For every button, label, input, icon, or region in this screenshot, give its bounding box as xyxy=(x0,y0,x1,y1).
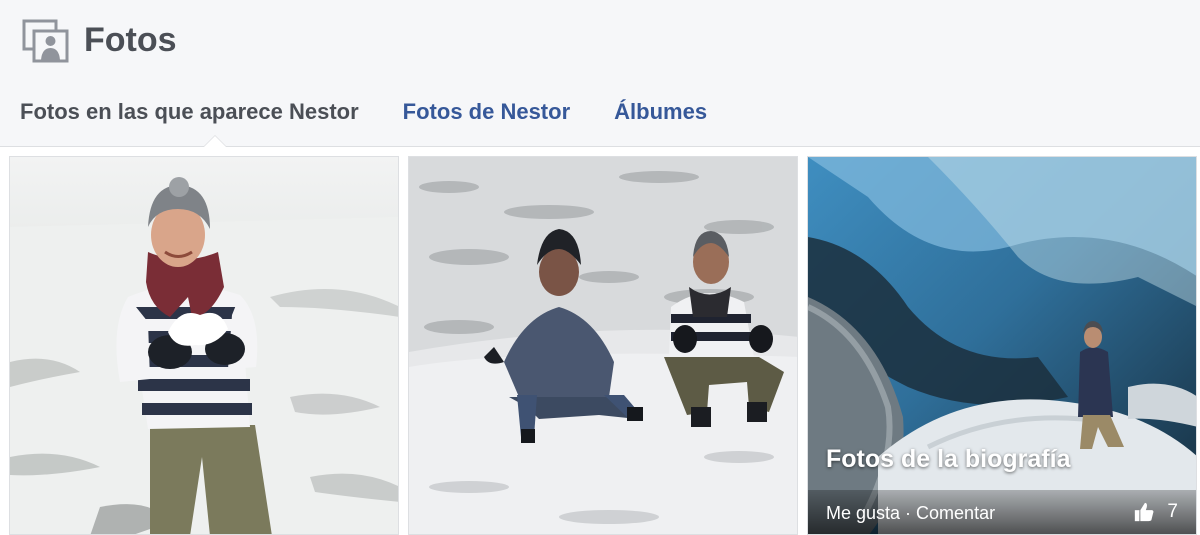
photos-icon xyxy=(22,16,70,64)
title-row: Fotos xyxy=(22,16,177,64)
active-tab-indicator xyxy=(203,135,227,147)
photo-tile-2[interactable] xyxy=(408,156,798,535)
tab-nestors-photos[interactable]: Fotos de Nestor xyxy=(403,99,570,125)
photo-grid: Fotos de la biografía Me gusta · Comenta… xyxy=(0,148,1200,535)
like-counter[interactable]: 7 xyxy=(1133,501,1178,523)
tab-photos-of-nestor[interactable]: Fotos en las que aparece Nestor xyxy=(20,99,359,125)
photos-header: Fotos Fotos en las que aparece Nestor Fo… xyxy=(0,0,1200,147)
album-action-bar: Me gusta · Comentar 7 xyxy=(808,490,1196,534)
album-tile-timeline-photos[interactable]: Fotos de la biografía Me gusta · Comenta… xyxy=(807,156,1197,535)
like-link[interactable]: Me gusta xyxy=(826,503,900,523)
photo-snow-two-people xyxy=(409,157,797,534)
album-title[interactable]: Fotos de la biografía xyxy=(826,445,1070,474)
photo-ice-cave xyxy=(808,157,1196,534)
album-actions: Me gusta · Comentar xyxy=(826,503,995,524)
photo-snow-person xyxy=(10,157,398,534)
photo-tabs: Fotos en las que aparece Nestor Fotos de… xyxy=(0,96,751,128)
photo-tile-1[interactable] xyxy=(9,156,399,535)
page-title: Fotos xyxy=(84,20,177,59)
like-count: 7 xyxy=(1167,501,1178,522)
tab-albums[interactable]: Álbumes xyxy=(614,99,707,125)
action-separator: · xyxy=(900,503,917,523)
thumbs-up-icon xyxy=(1133,501,1155,523)
comment-link[interactable]: Comentar xyxy=(916,503,995,523)
